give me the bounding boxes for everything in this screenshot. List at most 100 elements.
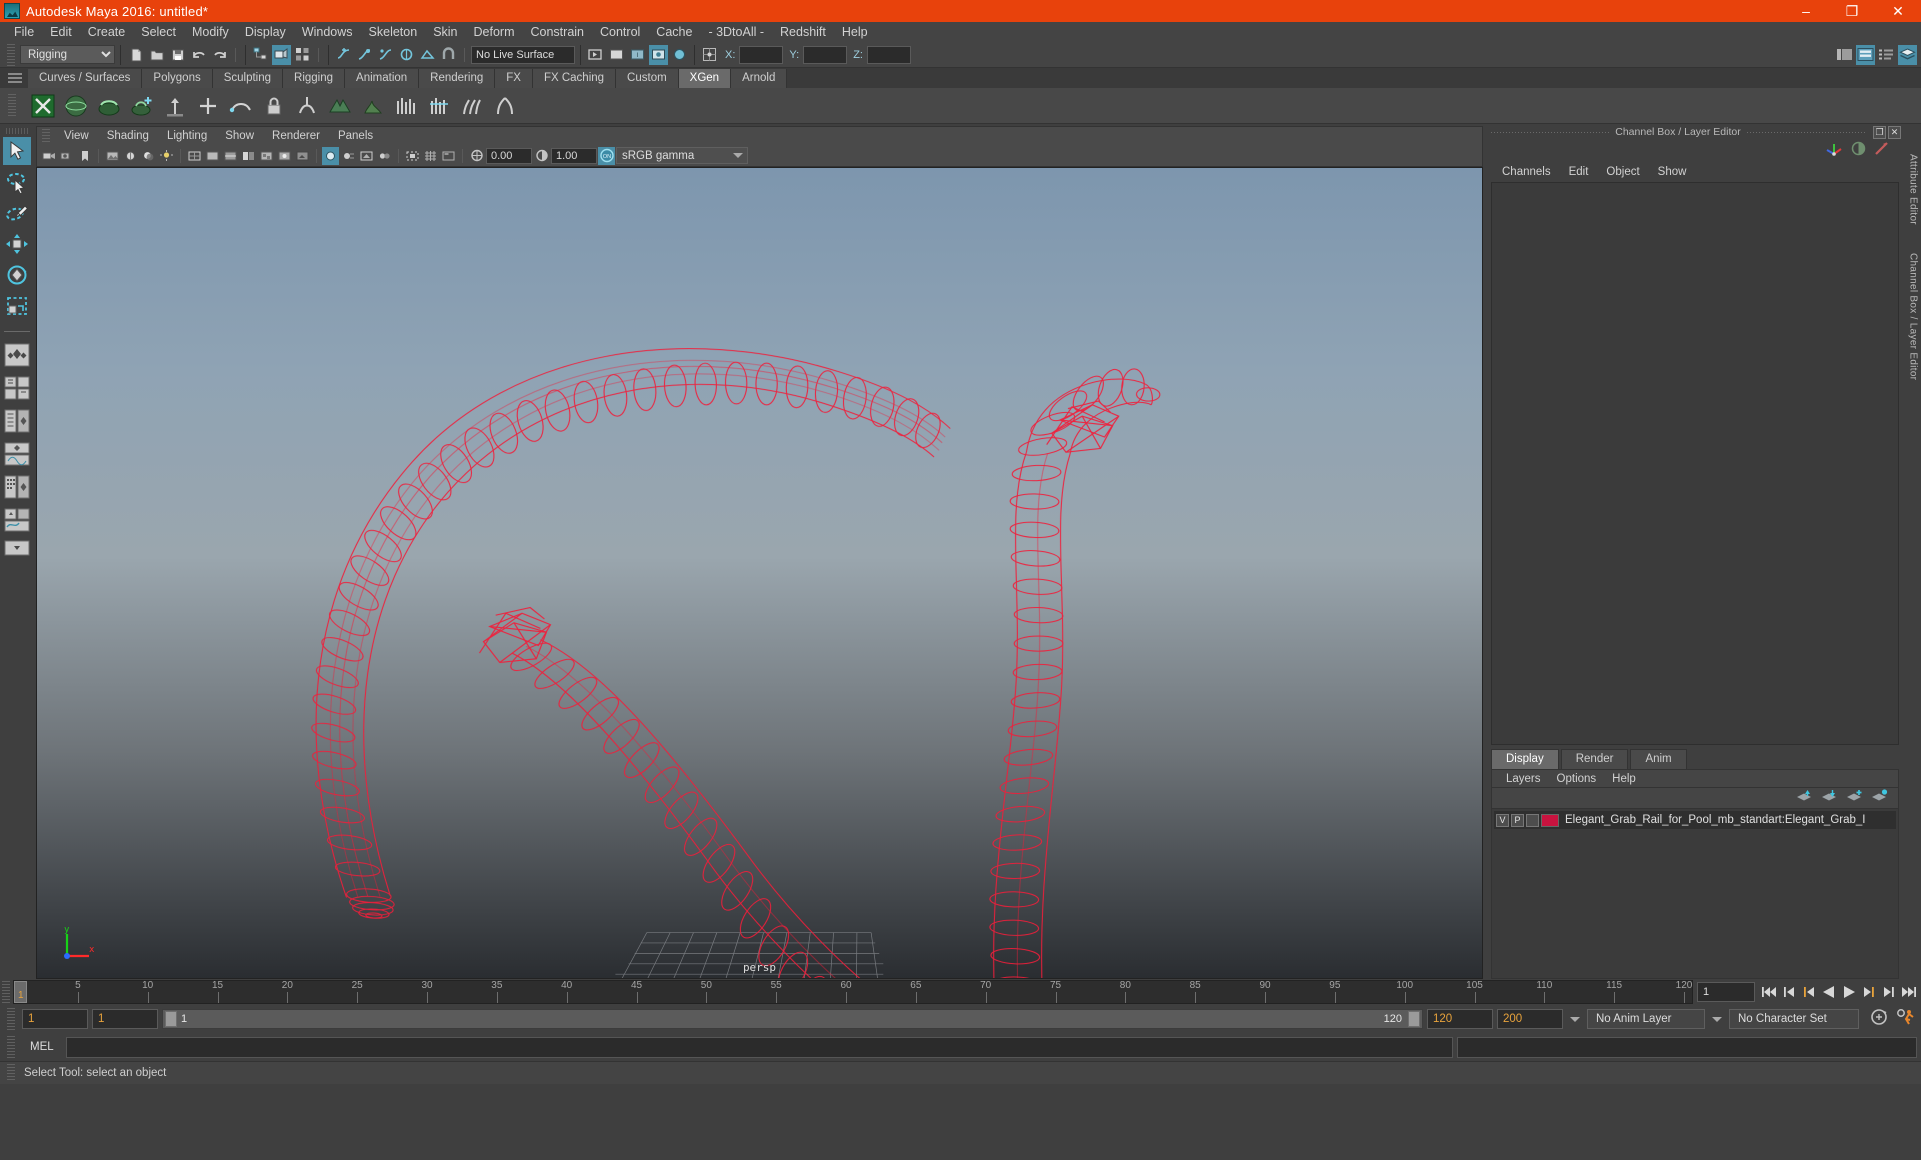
flat-shade-icon[interactable] — [240, 147, 257, 165]
render-current-frame-icon[interactable] — [607, 45, 626, 65]
more-layouts[interactable] — [3, 538, 31, 558]
xgen-editor-icon[interactable] — [28, 91, 58, 121]
auto-keyframe-icon[interactable] — [1869, 1008, 1889, 1031]
viewport-menu-view[interactable]: View — [55, 129, 98, 143]
y-coordinate-field[interactable] — [803, 45, 848, 64]
step-back-frame-icon[interactable] — [1799, 981, 1819, 1003]
viewport-3d[interactable]: y x persp — [36, 167, 1483, 979]
multisample-aa-icon[interactable] — [358, 147, 375, 165]
shelf-grip[interactable] — [8, 94, 16, 118]
channelbox-menu-edit[interactable]: Edit — [1560, 165, 1598, 179]
minimize-button[interactable]: – — [1783, 0, 1829, 22]
viewport-grip[interactable] — [42, 128, 50, 144]
select-by-component-icon[interactable] — [293, 45, 312, 65]
xgen-sphere-icon[interactable] — [61, 91, 91, 121]
single-pane-layout[interactable] — [3, 340, 31, 370]
speed-icon[interactable] — [1874, 141, 1889, 161]
shadows-icon[interactable] — [140, 147, 157, 165]
camera-attributes-icon[interactable] — [58, 147, 75, 165]
menu-item-3dtoall[interactable]: - 3DtoAll - — [700, 23, 772, 41]
close-button[interactable]: ✕ — [1875, 0, 1921, 22]
layer-color-swatch[interactable] — [1541, 813, 1559, 827]
live-surface-field[interactable]: No Live Surface — [471, 45, 575, 64]
attribute-editor-tab[interactable]: Attribute Editor — [1908, 154, 1919, 225]
range-start-handle[interactable] — [165, 1011, 177, 1027]
current-frame-field[interactable]: 1 — [1697, 982, 1755, 1002]
undo-icon[interactable] — [189, 45, 208, 65]
menu-item-skin[interactable]: Skin — [425, 23, 465, 41]
menu-item-file[interactable]: File — [6, 23, 42, 41]
xgen-add-guide-icon[interactable] — [160, 91, 190, 121]
hardware-texturing-icon[interactable] — [258, 147, 275, 165]
shelf-tab-polygons[interactable]: Polygons — [142, 69, 213, 88]
shelf-tab-xgen[interactable]: XGen — [678, 69, 732, 88]
channelbox-menu-channels[interactable]: Channels — [1493, 165, 1560, 179]
shelf-tab-fx[interactable]: FX — [495, 69, 533, 88]
render-flags-icon[interactable] — [670, 45, 689, 65]
move-tool[interactable] — [3, 230, 31, 258]
xgen-cut-icon[interactable] — [424, 91, 454, 121]
anim-start-field[interactable]: 1 — [22, 1009, 88, 1029]
go-to-start-icon[interactable] — [1759, 981, 1779, 1003]
script-language-label[interactable]: MEL — [22, 1041, 62, 1053]
statusline-grip[interactable] — [7, 43, 15, 66]
redo-icon[interactable] — [210, 45, 229, 65]
go-to-end-icon[interactable] — [1899, 981, 1919, 1003]
toggle-channel-box-icon[interactable] — [1877, 45, 1896, 65]
shelf-tab-rigging[interactable]: Rigging — [283, 69, 346, 88]
new-scene-icon[interactable] — [126, 45, 145, 65]
screen-space-ao-icon[interactable] — [322, 146, 339, 165]
character-set-dropdown[interactable]: No Character Set — [1729, 1009, 1859, 1029]
render-settings-icon[interactable] — [649, 44, 668, 65]
snap-to-view-plane-icon[interactable] — [418, 45, 437, 65]
light-toggle-icon[interactable] — [158, 147, 175, 165]
time-slider-cursor[interactable]: 1 — [14, 981, 27, 1003]
xgen-delete-guide-icon[interactable] — [292, 91, 322, 121]
xgen-create-description-icon[interactable] — [127, 91, 157, 121]
menu-item-skeleton[interactable]: Skeleton — [361, 23, 426, 41]
new-layer-from-selected-icon[interactable] — [1871, 789, 1888, 807]
x-coordinate-field[interactable] — [739, 45, 784, 64]
xgen-move-guide-icon[interactable] — [226, 91, 256, 121]
hud-icon[interactable] — [440, 147, 457, 165]
help-line-grip[interactable] — [7, 1064, 15, 1082]
ipr-render-icon[interactable]: I — [628, 45, 647, 65]
menu-item-cache[interactable]: Cache — [648, 23, 700, 41]
image-plane-icon[interactable] — [104, 147, 121, 165]
xgen-groom-icon[interactable] — [94, 91, 124, 121]
viewport-menu-show[interactable]: Show — [216, 129, 263, 143]
range-start-field[interactable]: 1 — [92, 1009, 158, 1029]
shelf-tab-sculpting[interactable]: Sculpting — [212, 69, 284, 88]
menu-item-display[interactable]: Display — [237, 23, 294, 41]
menu-item-edit[interactable]: Edit — [42, 23, 80, 41]
viewport-menu-panels[interactable]: Panels — [329, 129, 382, 143]
snap-to-grid-icon[interactable] — [376, 45, 395, 65]
menu-item-create[interactable]: Create — [80, 23, 134, 41]
float-panel-button[interactable]: ❐ — [1873, 125, 1886, 139]
menu-item-control[interactable]: Control — [592, 23, 648, 41]
open-scene-icon[interactable] — [147, 45, 166, 65]
snap-to-curve-icon[interactable] — [334, 45, 353, 65]
range-grip[interactable] — [7, 1008, 15, 1030]
snap-to-projected-center-icon[interactable] — [397, 45, 416, 65]
layer-tab-display[interactable]: Display — [1491, 749, 1559, 769]
magnet-icon[interactable] — [439, 45, 458, 65]
step-forward-keyframe-icon[interactable] — [1879, 981, 1899, 1003]
open-render-view-icon[interactable] — [586, 45, 605, 65]
time-slider-grip[interactable] — [2, 981, 10, 1003]
shadows-render-icon[interactable] — [294, 147, 311, 165]
select-camera-icon[interactable] — [40, 147, 57, 165]
play-forwards-icon[interactable] — [1839, 981, 1859, 1003]
layer-menu-help[interactable]: Help — [1604, 772, 1644, 786]
persp-outliner-layout[interactable] — [3, 472, 31, 502]
layer-menu-layers[interactable]: Layers — [1498, 772, 1549, 786]
coordinate-mode-icon[interactable] — [700, 45, 719, 65]
range-slider[interactable]: 1 120 — [162, 1009, 1423, 1029]
menu-item-select[interactable]: Select — [133, 23, 184, 41]
layer-name[interactable]: Elegant_Grab_Rail_for_Pool_mb_standart:E… — [1565, 814, 1865, 826]
layer-playback-toggle[interactable]: P — [1511, 813, 1524, 827]
layer-row[interactable]: V P Elegant_Grab_Rail_for_Pool_mb_standart… — [1494, 811, 1896, 829]
xgen-clump-icon[interactable] — [325, 91, 355, 121]
anim-layer-chevron-icon[interactable] — [1570, 1016, 1580, 1022]
close-panel-button[interactable]: ✕ — [1888, 125, 1901, 139]
